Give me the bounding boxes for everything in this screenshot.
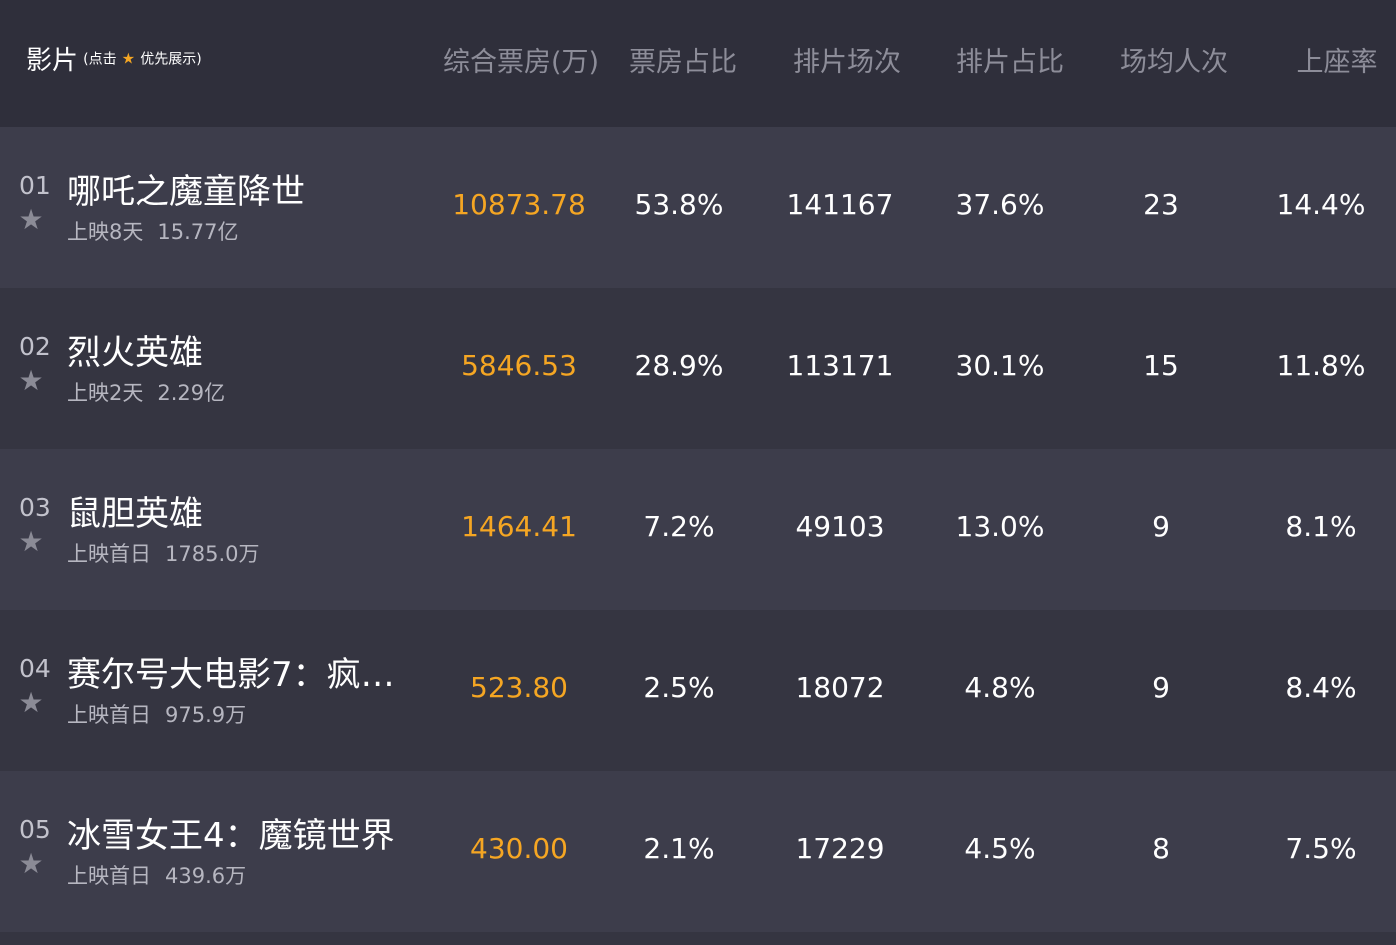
avg-viewers-value: 23 xyxy=(1143,188,1179,221)
box-share-value: 2.5% xyxy=(643,671,715,704)
screenings-value: 49103 xyxy=(795,510,885,543)
cumulative-total: 975.9万 xyxy=(165,703,247,727)
screen-share-value: 37.6% xyxy=(955,188,1045,221)
table-row[interactable]: 02 ★ 烈火英雄 上映2天 2.29亿 5846.53 28.9% 113171… xyxy=(0,288,1396,449)
avg-viewers-value: 8 xyxy=(1152,832,1170,865)
release-status: 上映首日 xyxy=(67,864,151,888)
column-header-occupancy[interactable]: 上座率 xyxy=(1252,40,1396,79)
rank-number: 01 xyxy=(19,171,51,200)
column-header-avg-viewers[interactable]: 场均人次 xyxy=(1089,40,1259,79)
column-header-screenings[interactable]: 排片场次 xyxy=(762,40,932,79)
movie-release-info: 上映2天 2.29亿 xyxy=(67,377,225,407)
avg-viewers-value: 15 xyxy=(1143,349,1179,382)
film-column-header: 影片 (点击 ★ 优先展示) xyxy=(26,40,202,77)
release-status: 上映8天 xyxy=(67,220,144,244)
box-share-value: 28.9% xyxy=(634,349,724,382)
screenings-value: 113171 xyxy=(786,349,894,382)
cumulative-total: 1785.0万 xyxy=(165,542,260,566)
star-icon: ★ xyxy=(121,49,136,68)
release-status: 上映首日 xyxy=(67,542,151,566)
box-office-value: 1464.41 xyxy=(461,510,577,543)
movie-release-info: 上映8天 15.77亿 xyxy=(67,216,239,246)
release-status: 上映首日 xyxy=(67,703,151,727)
cumulative-total: 2.29亿 xyxy=(157,381,226,405)
occupancy-value: 7.5% xyxy=(1285,832,1357,865)
star-icon[interactable]: ★ xyxy=(16,849,46,879)
avg-viewers-value: 9 xyxy=(1152,671,1170,704)
box-share-value: 53.8% xyxy=(634,188,724,221)
movie-release-info: 上映首日 975.9万 xyxy=(67,699,246,729)
box-share-value: 2.1% xyxy=(643,832,715,865)
film-column-label: 影片 xyxy=(26,46,79,76)
column-header-box-office[interactable]: 综合票房(万) xyxy=(436,40,606,79)
table-row[interactable]: 04 ★ 赛尔号大电影7：疯… 上映首日 975.9万 523.80 2.5% 1… xyxy=(0,610,1396,771)
star-icon[interactable]: ★ xyxy=(16,366,46,396)
box-office-board: 影片 (点击 ★ 优先展示) 综合票房(万) 票房占比 排片场次 排片占比 场均… xyxy=(0,0,1396,945)
table-header: 影片 (点击 ★ 优先展示) 综合票房(万) 票房占比 排片场次 排片占比 场均… xyxy=(0,0,1396,127)
priority-note-open: (点击 xyxy=(83,51,117,68)
star-icon[interactable]: ★ xyxy=(16,527,46,557)
movie-release-info: 上映首日 1785.0万 xyxy=(67,538,259,568)
occupancy-value: 14.4% xyxy=(1276,188,1366,221)
box-office-value: 523.80 xyxy=(470,671,568,704)
rank-number: 03 xyxy=(19,493,51,522)
movie-title[interactable]: 哪吒之魔童降世 xyxy=(67,164,423,213)
screen-share-value: 30.1% xyxy=(955,349,1045,382)
table-row[interactable]: 03 ★ 鼠胆英雄 上映首日 1785.0万 1464.41 7.2% 49103… xyxy=(0,449,1396,610)
cumulative-total: 439.6万 xyxy=(165,864,247,888)
next-row-edge xyxy=(0,932,1396,945)
box-office-value: 5846.53 xyxy=(461,349,577,382)
column-header-screen-share[interactable]: 排片占比 xyxy=(925,40,1095,79)
movie-title[interactable]: 鼠胆英雄 xyxy=(67,486,423,535)
movie-title[interactable]: 冰雪女王4：魔镜世界 xyxy=(67,808,423,857)
rank-number: 04 xyxy=(19,654,51,683)
rank-number: 05 xyxy=(19,815,51,844)
screenings-value: 141167 xyxy=(786,188,894,221)
star-icon[interactable]: ★ xyxy=(16,205,46,235)
screen-share-value: 4.8% xyxy=(964,671,1036,704)
rank-number: 02 xyxy=(19,332,51,361)
priority-note-close: 优先展示) xyxy=(140,51,202,68)
cumulative-total: 15.77亿 xyxy=(157,220,239,244)
occupancy-value: 11.8% xyxy=(1276,349,1366,382)
box-office-value: 10873.78 xyxy=(452,188,586,221)
table-row[interactable]: 05 ★ 冰雪女王4：魔镜世界 上映首日 439.6万 430.00 2.1% 1… xyxy=(0,771,1396,932)
movie-title[interactable]: 赛尔号大电影7：疯… xyxy=(67,647,423,696)
screenings-value: 18072 xyxy=(795,671,885,704)
screen-share-value: 4.5% xyxy=(964,832,1036,865)
screenings-value: 17229 xyxy=(795,832,885,865)
occupancy-value: 8.4% xyxy=(1285,671,1357,704)
star-icon[interactable]: ★ xyxy=(16,688,46,718)
column-header-box-share[interactable]: 票房占比 xyxy=(598,40,768,79)
table-row[interactable]: 01 ★ 哪吒之魔童降世 上映8天 15.77亿 10873.78 53.8% 1… xyxy=(0,127,1396,288)
occupancy-value: 8.1% xyxy=(1285,510,1357,543)
box-share-value: 7.2% xyxy=(643,510,715,543)
movie-release-info: 上映首日 439.6万 xyxy=(67,860,246,890)
box-office-value: 430.00 xyxy=(470,832,568,865)
avg-viewers-value: 9 xyxy=(1152,510,1170,543)
movie-title[interactable]: 烈火英雄 xyxy=(67,325,423,374)
release-status: 上映2天 xyxy=(67,381,144,405)
screen-share-value: 13.0% xyxy=(955,510,1045,543)
